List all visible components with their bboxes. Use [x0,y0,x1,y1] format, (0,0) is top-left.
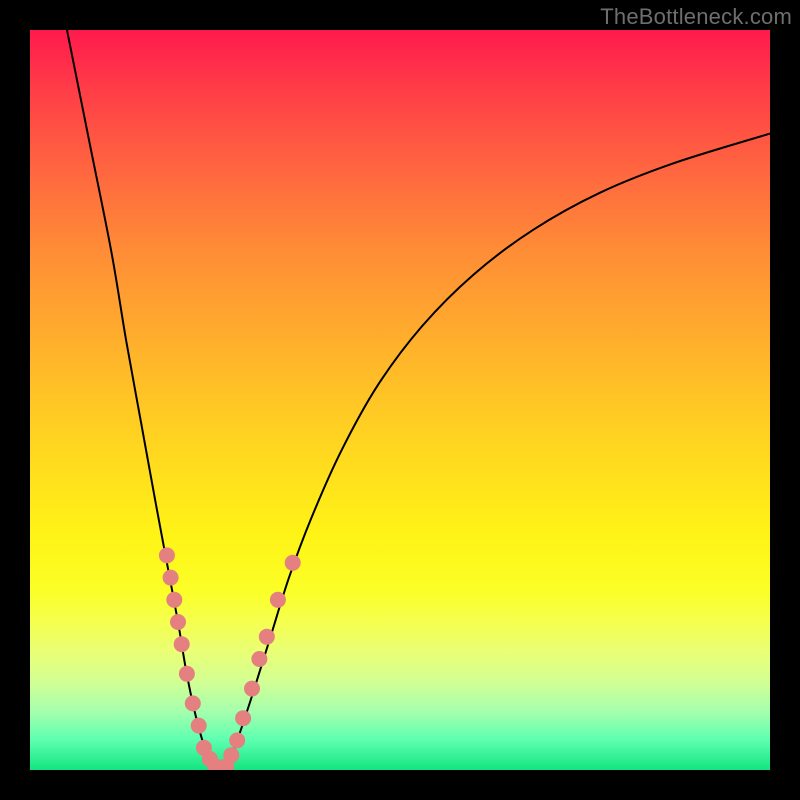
data-point [244,681,260,697]
data-point [159,547,175,563]
data-point [259,629,275,645]
data-point [251,651,267,667]
data-point [235,710,251,726]
data-point [174,636,190,652]
data-point [229,732,245,748]
data-point [185,695,201,711]
data-point [166,592,182,608]
watermark-text: TheBottleneck.com [600,4,792,30]
plot-area [30,30,770,770]
data-point [191,718,207,734]
data-point [163,570,179,586]
data-points-group [159,547,301,770]
curve-right [226,134,770,770]
data-point [285,555,301,571]
data-point [270,592,286,608]
chart-svg [30,30,770,770]
data-point [223,747,239,763]
chart-frame: TheBottleneck.com [0,0,800,800]
curve-left [67,30,215,770]
data-point [170,614,186,630]
data-point [179,666,195,682]
